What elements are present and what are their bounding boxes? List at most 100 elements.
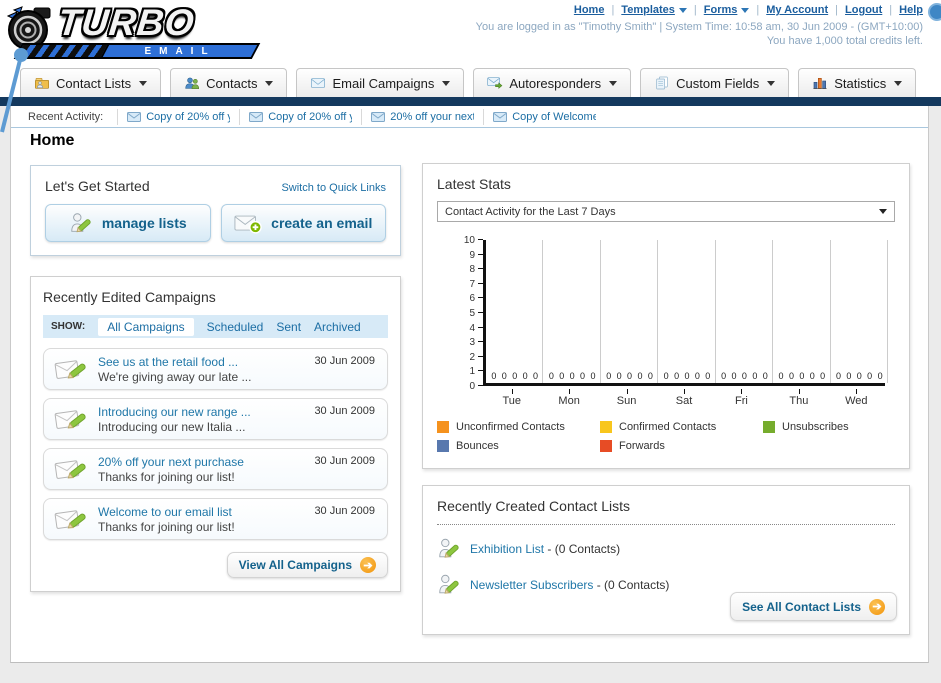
contact-lists-panel-title: Recently Created Contact Lists — [437, 498, 630, 514]
tab-contact-lists[interactable]: Contact Lists — [20, 68, 162, 97]
campaign-date: 30 Jun 2009 — [314, 455, 375, 467]
y-tick-label: 0 — [469, 381, 475, 392]
main-nav-tabs: Contact Lists Contacts Email Campaigns A… — [20, 68, 925, 97]
x-tick-label: Sun — [616, 395, 637, 407]
logo-banner: EMAIL — [13, 43, 261, 59]
filter-all-campaigns[interactable]: All Campaigns — [98, 317, 194, 336]
top-nav-link-templates[interactable]: Templates — [621, 4, 687, 16]
value-label: 0 — [809, 371, 815, 381]
gridline — [772, 240, 774, 383]
y-tick-label: 3 — [469, 337, 475, 349]
campaign-title-link[interactable]: Welcome to our email list — [98, 505, 235, 519]
y-tick-mark — [478, 297, 483, 299]
top-nav-link-home[interactable]: Home — [574, 4, 605, 16]
campaign-item: Welcome to our email list Thanks for joi… — [43, 498, 388, 540]
value-label: 0 — [877, 371, 883, 381]
contact-list-count: - (0 Contacts) — [596, 577, 670, 592]
value-label: 0 — [569, 371, 575, 381]
legend-swatch — [763, 421, 775, 433]
contact-list-link[interactable]: Exhibition List — [470, 542, 544, 556]
get-started-panel: Let's Get Started Switch to Quick Links … — [30, 165, 401, 256]
chevron-down-icon — [265, 80, 274, 86]
recent-activity-item[interactable]: Copy of 20% off yo — [239, 108, 361, 125]
create-email-label: create an email — [271, 215, 373, 231]
x-tick-mark — [626, 389, 628, 394]
page-title: Home — [30, 132, 75, 149]
switch-to-quick-links-link[interactable]: Switch to Quick Links — [281, 182, 386, 194]
x-tick-mark — [569, 389, 571, 394]
stats-range-dropdown[interactable]: Contact Activity for the Last 7 Days — [437, 201, 895, 222]
value-label: 0 — [705, 371, 711, 381]
chart-x-axis: Tue Mon Sun Sat Fri Thu Wed — [483, 389, 885, 409]
campaign-title-link[interactable]: Introducing our new range ... — [98, 405, 251, 419]
value-label: 0 — [548, 371, 554, 381]
contact-list-item: Exhibition List - (0 Contacts) — [437, 536, 895, 561]
contact-activity-chart: 00000000000000000000000000000000000 Tue M… — [437, 235, 895, 409]
create-an-email-button[interactable]: create an email — [220, 204, 386, 242]
top-nav-link-forms[interactable]: Forms — [704, 4, 750, 16]
logo-title: TURBO — [55, 2, 197, 43]
value-labels-group: 00000 — [773, 371, 830, 381]
y-tick-mark — [478, 282, 483, 284]
top-nav-link-my-account[interactable]: My Account — [766, 4, 828, 16]
tab-custom-fields[interactable]: Custom Fields — [640, 68, 790, 97]
help-bubble-icon[interactable] — [928, 3, 941, 21]
tab-email-campaigns[interactable]: Email Campaigns — [296, 68, 465, 97]
recent-activity-item[interactable]: 20% off your next p — [361, 108, 483, 125]
chevron-down-icon — [767, 80, 776, 86]
tab-label: Autoresponders — [509, 75, 602, 91]
contact-list-link[interactable]: Newsletter Subscribers — [470, 578, 593, 592]
y-tick-mark — [478, 370, 483, 372]
contact-list-count: - (0 Contacts) — [547, 541, 621, 556]
campaign-title-link[interactable]: See us at the retail food ... — [98, 355, 251, 369]
value-label: 0 — [820, 371, 826, 381]
view-all-campaigns-button[interactable]: View All Campaigns ➔ — [226, 552, 388, 578]
value-label: 0 — [580, 371, 586, 381]
tab-autoresponders[interactable]: Autoresponders — [473, 68, 632, 97]
tab-label: Contacts — [206, 75, 258, 91]
top-nav-link-logout[interactable]: Logout — [845, 4, 882, 16]
y-tick-label: 9 — [469, 249, 475, 261]
value-label: 0 — [731, 371, 737, 381]
chevron-down-icon — [741, 7, 750, 13]
x-tick-mark — [684, 389, 685, 394]
app-logo: TURBO EMAIL — [2, 2, 272, 64]
campaign-date: 30 Jun 2009 — [314, 505, 375, 517]
filter-scheduled[interactable]: Scheduled — [207, 320, 264, 334]
legend-swatch — [600, 421, 612, 433]
top-nav-link-help[interactable]: Help — [899, 4, 923, 16]
value-label: 0 — [741, 371, 747, 381]
campaign-subtitle: Thanks for joining our list! — [98, 469, 235, 484]
value-labels-group: 00000 — [716, 371, 773, 381]
y-tick-mark — [478, 239, 483, 240]
value-label: 0 — [501, 371, 507, 381]
chevron-down-icon — [678, 7, 687, 13]
recent-activity-item[interactable]: Copy of Welcome to — [483, 108, 605, 125]
value-label: 0 — [606, 371, 612, 381]
see-all-contact-lists-label: See All Contact Lists — [742, 599, 861, 614]
legend-label: Unconfirmed Contacts — [456, 421, 565, 433]
value-label: 0 — [522, 371, 528, 381]
recent-activity-bar: Recent Activity: Copy of 20% off yo Copy… — [11, 106, 928, 128]
tab-statistics[interactable]: Statistics — [798, 68, 917, 97]
recent-activity-items: Copy of 20% off yo Copy of 20% off yo 20… — [117, 108, 605, 125]
y-tick-label: 8 — [469, 264, 475, 276]
x-tick-label: Tue — [502, 395, 521, 407]
tab-contacts[interactable]: Contacts — [170, 68, 288, 97]
see-all-contact-lists-button[interactable]: See All Contact Lists ➔ — [730, 592, 897, 621]
nav-separator: | — [611, 4, 615, 16]
recently-created-contact-lists-panel: Recently Created Contact Lists Exhibitio… — [422, 485, 910, 635]
gauge-needle-decoration — [0, 48, 28, 133]
recent-activity-item[interactable]: Copy of 20% off yo — [117, 108, 239, 125]
contacts-icon — [184, 75, 200, 91]
filter-archived[interactable]: Archived — [314, 320, 361, 334]
value-label: 0 — [762, 371, 768, 381]
manage-lists-button[interactable]: manage lists — [45, 204, 211, 242]
nav-separator: | — [693, 4, 697, 16]
filter-sent[interactable]: Sent — [276, 320, 301, 334]
recent-activity-label: Recent Activity: — [28, 110, 104, 123]
chevron-down-icon — [894, 80, 903, 86]
campaign-title-link[interactable]: 20% off your next purchase — [98, 455, 244, 469]
campaigns-panel-title: Recently Edited Campaigns — [43, 289, 216, 305]
value-label: 0 — [663, 371, 669, 381]
